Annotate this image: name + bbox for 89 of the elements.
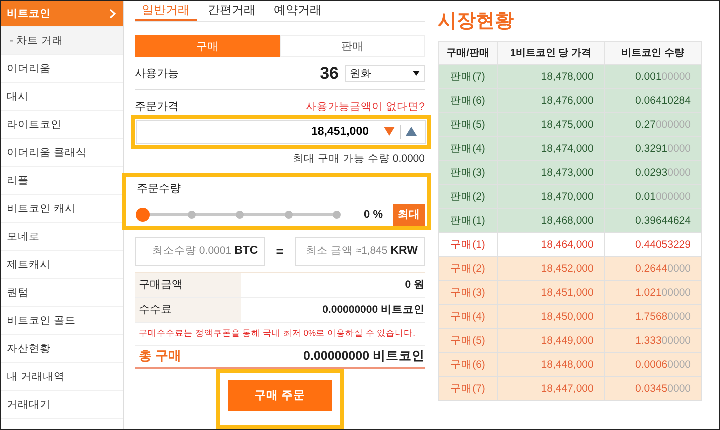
table-cell: 0.26440000 [604,256,702,280]
sidebar-item[interactable]: 자산현황 [1,335,123,363]
sidebar-item[interactable]: 리플 [1,167,123,195]
market-title: 시장현황 [437,10,515,34]
table-cell: 판매(6) [438,88,498,112]
table-cell: 18,475,000 [498,112,604,136]
column-header: 1비트코인 당 가격 [498,42,604,64]
table-cell: 0.02930000 [604,160,702,184]
sidebar-item[interactable]: 이더리움 클래식 [1,139,123,167]
table-cell: 판매(4) [438,136,498,160]
table-cell: 18,473,000 [498,160,604,184]
trade-side-button[interactable]: 판매 [280,35,425,57]
sidebar-item[interactable]: 비트코인 캐시 [1,195,123,223]
table-cell: 판매(2) [438,184,498,208]
sidebar-item[interactable]: 라이트코인 [1,111,123,139]
no-funds-link[interactable]: 사용가능금액이 없다면? [306,100,425,114]
table-cell: 구매(1) [438,232,498,256]
table-cell: 판매(1) [438,208,498,232]
table-cell: 0.00060000 [604,352,702,376]
percent-reading: 0 % [364,208,383,221]
min-quantity-field[interactable]: 최소수량 0.0001 BTC [135,236,266,266]
table-cell: 18,450,000 [498,304,604,328]
table-cell: 18,470,000 [498,184,604,208]
sidebar-item[interactable]: 모네로 [1,223,123,251]
table-cell: 18,478,000 [498,64,604,88]
equals-sign: = [275,244,285,259]
caret-down-icon [413,71,420,76]
unit-label: BTC [234,245,258,258]
table-cell: 18,447,000 [498,376,604,400]
table-cell: 18,452,000 [498,256,604,280]
table-cell: 구매(7) [438,376,498,400]
table-cell: 18,474,000 [498,136,604,160]
table-cell: 0.39644624 [604,208,702,232]
table-cell: 18,449,000 [498,328,604,352]
table-cell: 0.01000000 [604,184,702,208]
table-cell: 구매(5) [438,328,498,352]
table-cell: 구매(6) [438,352,498,376]
table-cell: 1.75680000 [604,304,702,328]
table-cell: 18,451,000 [498,280,604,304]
table-cell: 판매(3) [438,160,498,184]
table-cell: 구매(3) [438,280,498,304]
tab[interactable]: 간편거래 [201,1,263,22]
decrease-triangle-icon[interactable] [384,127,395,136]
price-field[interactable]: 18,451,000 [136,120,426,144]
table-cell: 0.06410284 [604,88,702,112]
quantity-label: 주문수량 [137,182,182,196]
min-amount-field[interactable]: 최소 금액 ≈1,845 KRW [294,236,425,266]
table-cell: 판매(7) [438,64,498,88]
table-cell: 1.33300000 [604,328,702,352]
table-cell: 0.44053229 [604,232,702,256]
summary-value-cell-text: 0.00000000 비트코인 [322,302,425,318]
column-header: 비트코인 수량 [604,42,702,64]
column-header: 구매/판매 [438,42,498,64]
summary-value-cell-text: 0 원 [404,278,425,293]
table-cell: 0.03450000 [604,376,702,400]
available-amount: 36 [320,64,339,84]
sidebar-item[interactable]: 비트코인 골드 [1,307,123,335]
currency-select[interactable]: 원화 [345,65,425,82]
table-cell: 0.27000000 [604,112,702,136]
tab[interactable]: 예약거래 [267,1,329,22]
summary-label-cell: 수수료 [135,298,241,322]
table-cell: 판매(5) [438,112,498,136]
sidebar-item[interactable]: 이더리움 [1,55,123,83]
sidebar-item[interactable]: - 차트 거래 [1,27,123,55]
max-quantity-text: 최대 구매 가능 수량 0.0000 [292,152,425,166]
sidebar-item[interactable]: 거래대기 [1,391,123,419]
available-label: 사용가능 [135,67,179,82]
table-cell: 0.00100000 [604,64,702,88]
total-value: 0.00000000 비트코인 [303,348,425,365]
sidebar-item[interactable]: 퀀텀 [1,279,123,307]
table-cell: 구매(2) [438,256,498,280]
sidebar-item[interactable]: 대시 [1,83,123,111]
table-cell: 0.32910000 [604,136,702,160]
unit-label: KRW [390,245,418,258]
sidebar-item[interactable]: 내 거래내역 [1,363,123,391]
total-label: 총 구매 [139,347,182,366]
increase-triangle-icon[interactable] [406,127,417,136]
fee-notice: 구매수수료는 정액쿠폰을 통해 국내 최저 0%로 이용하실 수 있습니다. [135,322,425,346]
table-cell: 구매(4) [438,304,498,328]
table-cell: 18,448,000 [498,352,604,376]
table-cell: 18,476,000 [498,88,604,112]
summary-label-cell: 구매금액 [135,272,241,297]
price-label: 주문가격 [135,100,179,114]
chevron-right-icon [109,8,117,18]
sidebar-item[interactable]: 제트캐시 [1,251,123,279]
table-cell: 18,464,000 [498,232,604,256]
table-cell: 1.02100000 [604,280,702,304]
table-cell: 18,468,000 [498,208,604,232]
price-input[interactable]: 18,451,000 [141,126,379,138]
